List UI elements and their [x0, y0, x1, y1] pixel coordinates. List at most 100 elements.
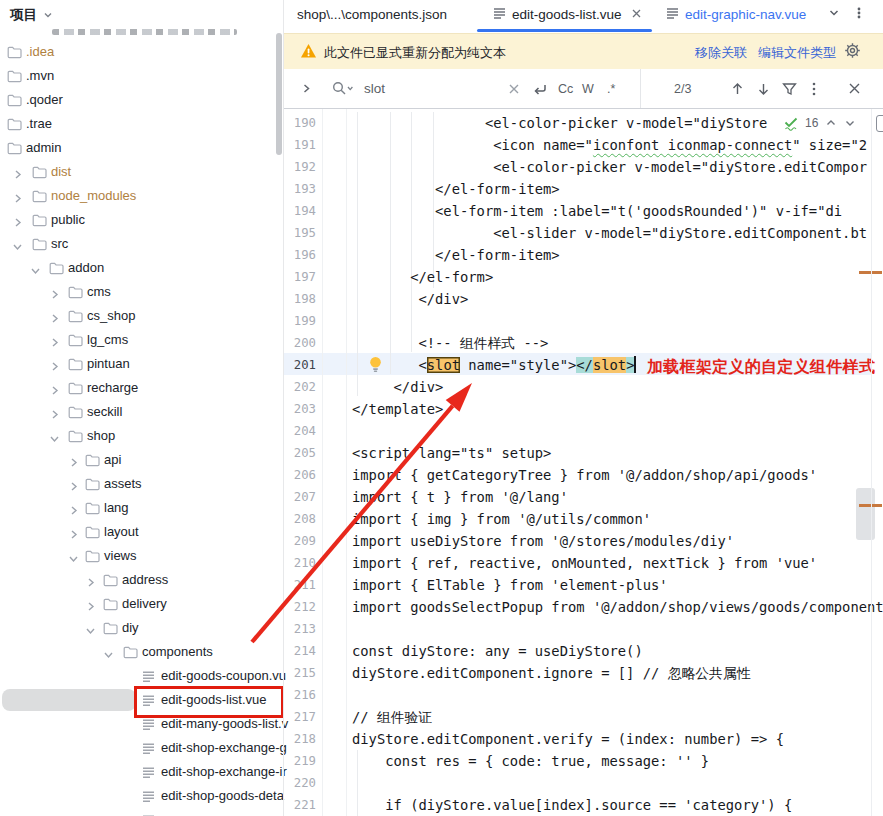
tab-options-kebab-icon[interactable]	[852, 6, 866, 24]
tree-item-views[interactable]: views	[0, 544, 283, 568]
tree-item-edit-goods-list.vue[interactable]: edit-goods-list.vue	[0, 688, 283, 712]
code-line-211: import { ElTable } from 'element-plus'	[352, 574, 668, 596]
editor-scrollbar[interactable]	[856, 488, 875, 540]
tree-item-components[interactable]: components	[0, 640, 283, 664]
tree-item-label: src	[51, 236, 68, 251]
chevron-right-icon[interactable]	[12, 190, 23, 208]
tree-item-public[interactable]: public	[0, 208, 283, 232]
gear-icon[interactable]	[844, 42, 861, 63]
tree-item-.mvn[interactable]: .mvn	[0, 64, 283, 88]
chevron-right-icon[interactable]	[68, 454, 79, 472]
line-number: 210	[284, 552, 316, 574]
folder-icon	[103, 597, 118, 615]
filter-icon[interactable]	[782, 69, 797, 108]
chevron-down-icon[interactable]	[49, 430, 60, 448]
tree-item-admin[interactable]: admin	[0, 136, 283, 160]
line-number: 195	[284, 222, 316, 244]
tree-item-label: seckill	[87, 404, 122, 419]
tree-item-addon[interactable]: addon	[0, 256, 283, 280]
code-line-214: const diyStore: any = useDiyStore()	[352, 640, 643, 662]
chevron-right-icon[interactable]	[85, 598, 96, 616]
expand-search-chevron-icon[interactable]	[301, 69, 312, 108]
previous-match-icon[interactable]	[731, 69, 744, 108]
tree-item-delivery[interactable]: delivery	[0, 592, 283, 616]
tree-item-layout[interactable]: layout	[0, 520, 283, 544]
tree-item-cms[interactable]: cms	[0, 280, 283, 304]
intention-bulb-icon[interactable]	[368, 356, 383, 377]
tree-item-edit-many-goods-list.v[interactable]: edit-many-goods-list.v	[0, 712, 283, 736]
tab-edit-goods-list.vue[interactable]: edit-goods-list.vue	[493, 0, 642, 29]
search-options-kebab-icon[interactable]	[811, 69, 817, 108]
clear-search-icon[interactable]	[508, 69, 520, 108]
tree-item-node_modules[interactable]: node_modules	[0, 184, 283, 208]
tree-item-src[interactable]: src	[0, 232, 283, 256]
tab-list-chevron-icon[interactable]	[827, 6, 841, 24]
chevron-right-icon[interactable]	[49, 358, 60, 376]
chevron-right-icon[interactable]	[49, 310, 60, 328]
tree-item-edit-shop-exchange-ir[interactable]: edit-shop-exchange-ir	[0, 760, 283, 784]
tree-item-edit-goods-coupon.vu[interactable]: edit-goods-coupon.vu	[0, 664, 283, 688]
tree-item-recharge[interactable]: recharge	[0, 376, 283, 400]
tree-item-.trae[interactable]: .trae	[0, 112, 283, 136]
chevron-right-icon[interactable]	[49, 286, 60, 304]
tree-item-.idea[interactable]: .idea	[0, 40, 283, 64]
tree-item-lang[interactable]: lang	[0, 496, 283, 520]
chevron-right-icon[interactable]	[68, 478, 79, 496]
tree-item-partial[interactable]	[0, 808, 283, 816]
tab-shop-...-components.json[interactable]: shop\...\components.json	[297, 0, 447, 29]
search-icon[interactable]	[332, 69, 354, 108]
line-number: 194	[284, 200, 316, 222]
folder-icon	[68, 429, 83, 447]
new-line-icon[interactable]	[532, 69, 548, 108]
chevron-right-icon[interactable]	[49, 334, 60, 352]
chevron-right-icon[interactable]	[68, 502, 79, 520]
chevron-right-icon[interactable]	[49, 382, 60, 400]
chevron-right-icon[interactable]	[12, 166, 23, 184]
search-input[interactable]: slot	[364, 69, 385, 108]
line-number: 198	[284, 288, 316, 310]
tab-edit-graphic-nav.vue[interactable]: edit-graphic-nav.vue	[666, 0, 806, 29]
folder-icon	[68, 333, 83, 351]
ide-window: 项目 .idea.mvn.qoder.traeadmindistnode_mod…	[0, 0, 883, 816]
line-number: 193	[284, 178, 316, 200]
close-tab-icon[interactable]	[631, 7, 642, 22]
tree-item-address[interactable]: address	[0, 568, 283, 592]
chevron-right-icon[interactable]	[49, 406, 60, 424]
chevron-down-icon[interactable]	[85, 622, 96, 640]
tree-item-seckill[interactable]: seckill	[0, 400, 283, 424]
chevron-down-icon[interactable]	[68, 550, 79, 568]
tree-scrollbar[interactable]	[276, 33, 282, 155]
tree-item-pintuan[interactable]: pintuan	[0, 352, 283, 376]
inspection-widget[interactable]: 16	[784, 112, 856, 134]
line-number: 199	[284, 310, 316, 332]
tree-item-label: cs_shop	[87, 308, 135, 323]
tree-item-.qoder[interactable]: .qoder	[0, 88, 283, 112]
chevron-right-icon[interactable]	[85, 574, 96, 592]
tree-item-shop[interactable]: shop	[0, 424, 283, 448]
close-search-icon[interactable]	[848, 69, 861, 108]
tree-item-dist[interactable]: dist	[0, 160, 283, 184]
tree-item-label: cms	[87, 284, 111, 299]
next-match-icon[interactable]	[757, 69, 770, 108]
tree-item-edit-shop-exchange-g[interactable]: edit-shop-exchange-g	[0, 736, 283, 760]
tree-item-assets[interactable]: assets	[0, 472, 283, 496]
tree-item-api[interactable]: api	[0, 448, 283, 472]
project-panel-header[interactable]: 项目	[10, 4, 53, 26]
tree-item-lg_cms[interactable]: lg_cms	[0, 328, 283, 352]
whole-words-toggle[interactable]: W	[582, 69, 594, 108]
code-line-193: </el-form-item>	[352, 178, 560, 200]
tree-item-edit-shop-goods-deta[interactable]: edit-shop-goods-deta	[0, 784, 283, 808]
edit-file-type-link[interactable]: 编辑文件类型	[758, 44, 836, 62]
chevron-down-icon[interactable]	[30, 262, 41, 280]
regex-toggle[interactable]: .*	[607, 69, 615, 108]
folder-icon	[7, 117, 22, 135]
remove-association-link[interactable]: 移除关联	[695, 44, 747, 62]
match-case-toggle[interactable]: Cc	[558, 69, 573, 108]
chevron-right-icon[interactable]	[68, 526, 79, 544]
tree-item-diy[interactable]: diy	[0, 616, 283, 640]
chevron-down-icon[interactable]	[103, 646, 114, 664]
chevron-right-icon[interactable]	[12, 214, 23, 232]
code-line-205: <script lang="ts" setup>	[352, 442, 551, 464]
tree-item-cs_shop[interactable]: cs_shop	[0, 304, 283, 328]
chevron-down-icon[interactable]	[12, 238, 23, 256]
